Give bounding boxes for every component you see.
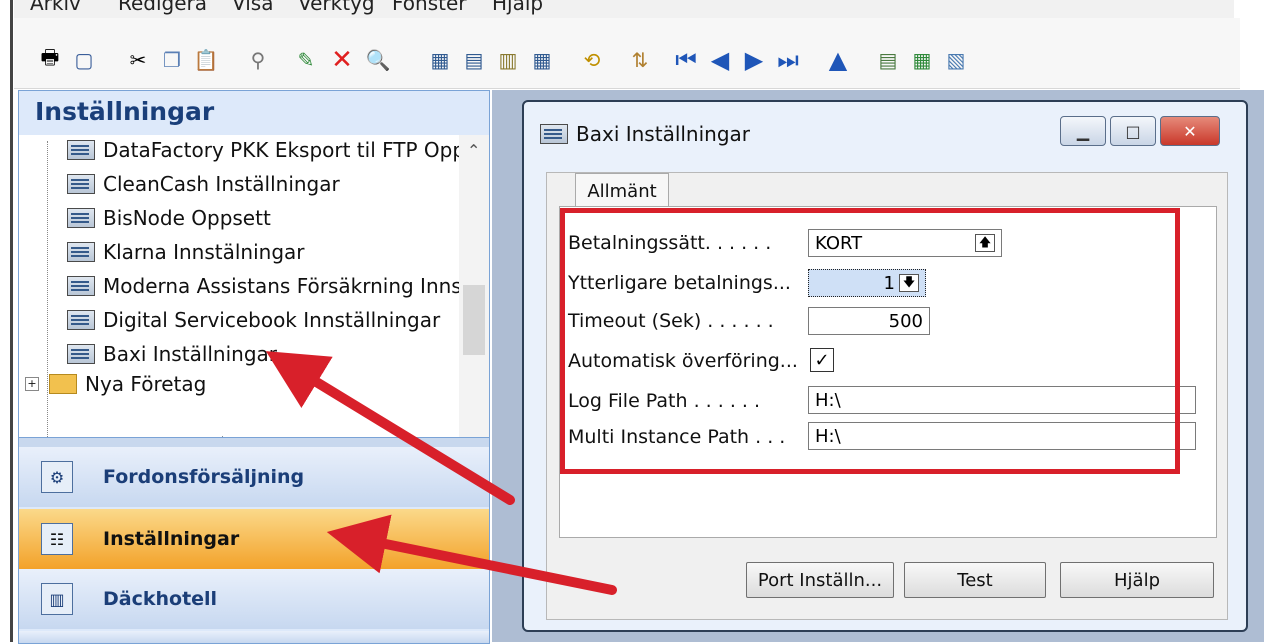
arrow-to-baxi [265,351,515,505]
app-frame: Arkiv Redigera Visa Verktyg Fönster Hjäl… [0,0,1264,644]
arrow-to-installningar [326,514,617,595]
annotation-arrows [265,351,617,595]
